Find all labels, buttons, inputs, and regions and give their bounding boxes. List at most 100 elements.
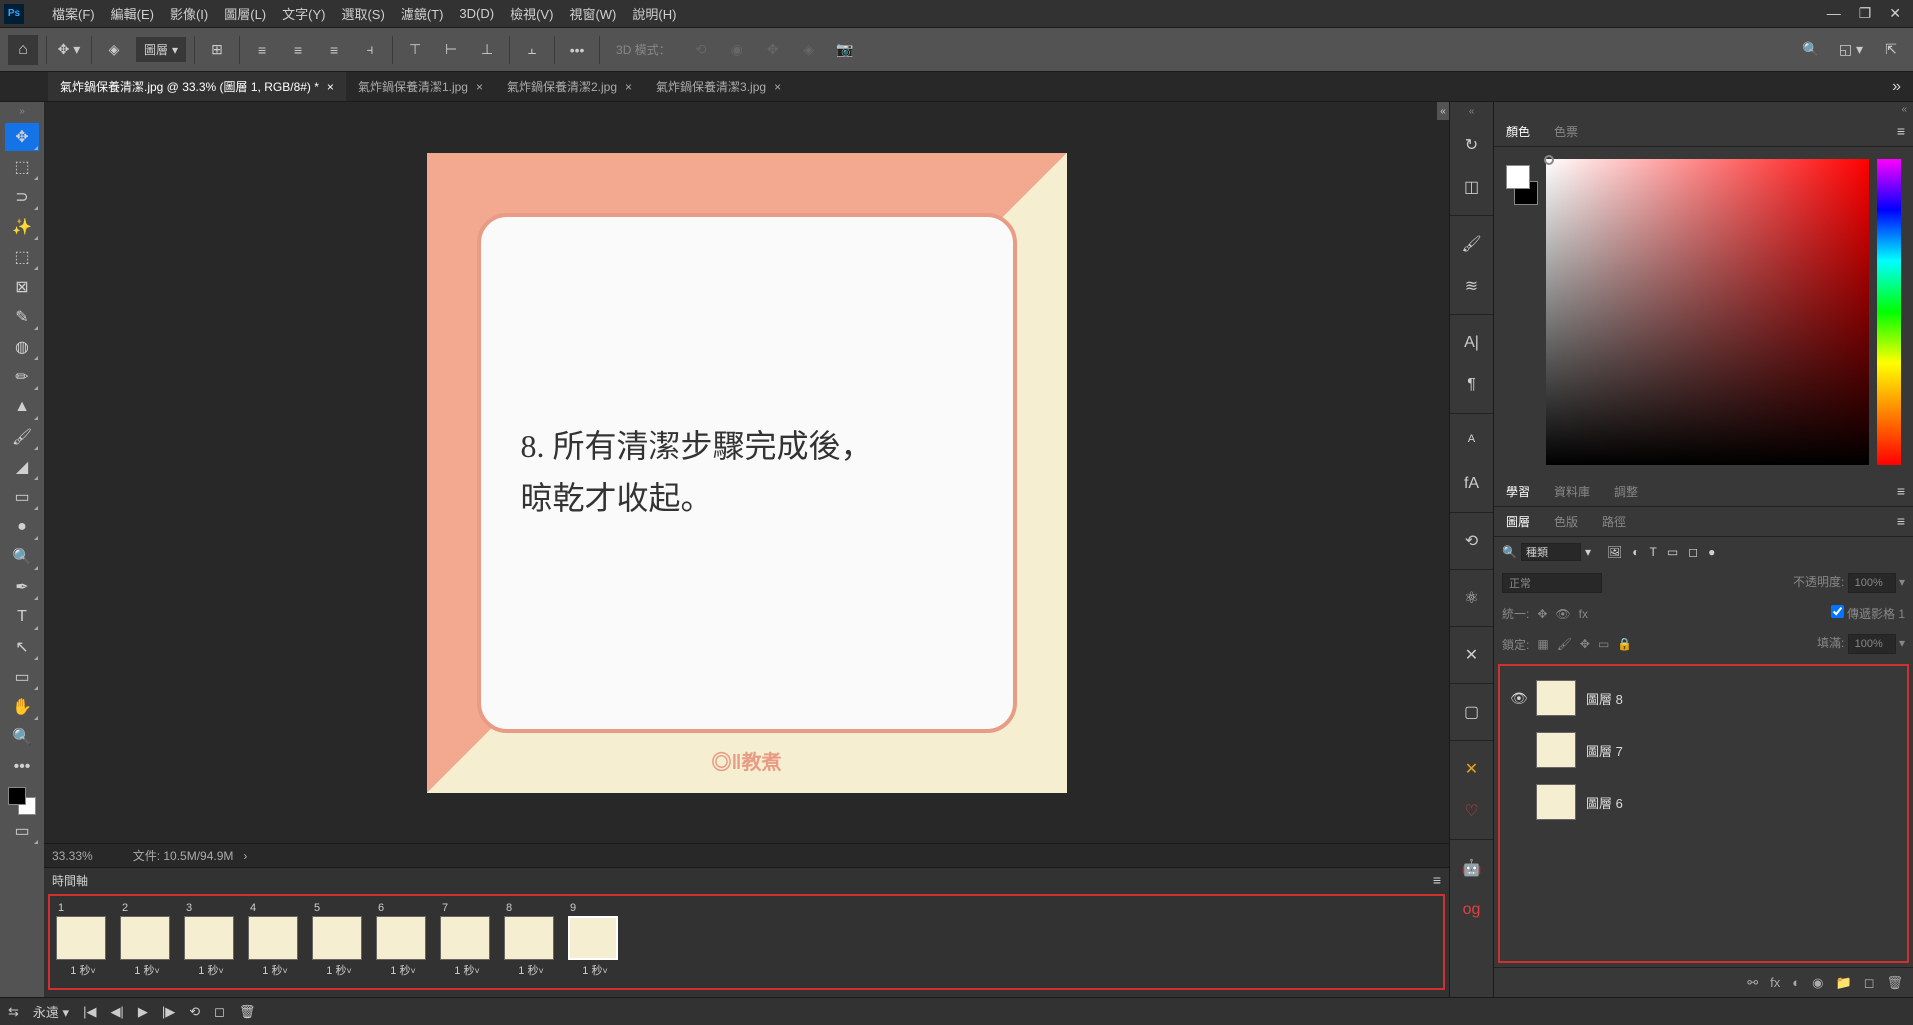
utensils-icon[interactable]: ✕	[1458, 641, 1486, 669]
3d-slide-icon[interactable]: ◈	[795, 36, 823, 64]
menu-help[interactable]: 說明(H)	[624, 4, 684, 23]
close-icon[interactable]: ✕	[1889, 5, 1901, 22]
visibility-icon[interactable]: 👁	[1510, 690, 1526, 707]
foreground-color[interactable]	[1506, 165, 1530, 189]
timeline-frame[interactable]: 81 秒˅	[504, 902, 558, 982]
duplicate-frame-icon[interactable]: ◻	[214, 1004, 225, 1020]
adjustment-icon[interactable]: ◉	[1812, 975, 1823, 991]
timeline-frame[interactable]: 21 秒˅	[120, 902, 174, 982]
filter-smart-icon[interactable]: ◻	[1688, 545, 1698, 559]
next-frame-icon[interactable]: |▶	[162, 1004, 175, 1020]
filter-pixel-icon[interactable]: 🖼	[1607, 545, 1622, 559]
healing-tool[interactable]: ◍	[5, 333, 39, 361]
history-icon[interactable]: ↻	[1458, 131, 1486, 159]
brushes-icon[interactable]: ≋	[1458, 272, 1486, 300]
prev-frame-icon[interactable]: ◀|	[110, 1004, 123, 1020]
blur-tool[interactable]: ●	[5, 513, 39, 541]
marquee-tool[interactable]: ⬚	[5, 153, 39, 181]
glyphs-icon[interactable]: ᴬ	[1458, 428, 1486, 456]
align-center-h-icon[interactable]: ≡	[284, 36, 312, 64]
menu-image[interactable]: 影像(I)	[162, 4, 216, 23]
lasso-tool[interactable]: ⊃	[5, 183, 39, 211]
auto-select-layer[interactable]: 圖層 ▾	[136, 37, 186, 62]
propagate-checkbox[interactable]	[1831, 605, 1844, 618]
learn-tab[interactable]: 學習	[1494, 477, 1542, 506]
hand-tool[interactable]: ✋	[5, 693, 39, 721]
delete-frame-icon[interactable]: 🗑	[239, 1004, 256, 1020]
canvas-viewport[interactable]: 8. 所有清潔步驟完成後， 晾乾才收起。 ◎‖教煮	[44, 102, 1449, 843]
actions-icon[interactable]: ⟲	[1458, 527, 1486, 555]
more-align-icon[interactable]: •••	[563, 36, 591, 64]
timeline-frame[interactable]: 11 秒˅	[56, 902, 110, 982]
first-frame-icon[interactable]: |◀	[83, 1004, 96, 1020]
timeline-frame[interactable]: 51 秒˅	[312, 902, 366, 982]
menu-3d[interactable]: 3D(D)	[451, 6, 502, 21]
align-middle-v-icon[interactable]: ⊢	[437, 36, 465, 64]
learn-panel-menu-icon[interactable]: ≡	[1889, 477, 1913, 506]
unify-position-icon[interactable]: ✥	[1537, 607, 1547, 621]
paths-tab[interactable]: 路徑	[1590, 507, 1638, 536]
distribute-icon[interactable]: ⫠	[518, 36, 546, 64]
gold-utensils-icon[interactable]: ✕	[1458, 755, 1486, 783]
align-justify-icon[interactable]: ⫞	[356, 36, 384, 64]
mask-icon[interactable]: ◐	[1792, 975, 1800, 990]
og-icon[interactable]: og	[1458, 896, 1486, 924]
link-layers-icon[interactable]: ⚯	[1747, 975, 1758, 991]
auto-select-icon[interactable]: ◈	[100, 36, 128, 64]
3d-orbit-icon[interactable]: ⟲	[687, 36, 715, 64]
foreground-background-colors[interactable]	[8, 787, 36, 815]
opacity-input[interactable]	[1848, 573, 1896, 593]
menu-select[interactable]: 選取(S)	[333, 4, 392, 23]
tab-close-icon[interactable]: ×	[476, 80, 483, 94]
menu-file[interactable]: 檔案(F)	[44, 4, 103, 23]
dodge-tool[interactable]: 🔍	[5, 543, 39, 571]
layer-item[interactable]: 👁圖層 8	[1506, 672, 1901, 724]
menu-layer[interactable]: 圖層(L)	[216, 4, 274, 23]
new-layer-icon[interactable]: ◻	[1864, 975, 1875, 991]
frame-tool[interactable]: ⊠	[5, 273, 39, 301]
layers-panel-menu-icon[interactable]: ≡	[1889, 507, 1913, 536]
blend-mode[interactable]	[1502, 573, 1602, 593]
align-left-icon[interactable]: ≡	[248, 36, 276, 64]
group-icon[interactable]: 📁	[1836, 975, 1852, 991]
delete-layer-icon[interactable]: 🗑	[1886, 975, 1903, 991]
magic-wand-tool[interactable]: ✨	[5, 213, 39, 241]
layer-item[interactable]: 圖層 6	[1506, 776, 1901, 828]
lock-position-icon[interactable]: ✥	[1580, 637, 1590, 651]
menu-type[interactable]: 文字(Y)	[274, 4, 333, 23]
timeline-toggle-icon[interactable]: ⇆	[8, 1004, 19, 1020]
frame-icon[interactable]: ▢	[1458, 698, 1486, 726]
align-bottom-icon[interactable]: ⊥	[473, 36, 501, 64]
filter-shape-icon[interactable]: ▭	[1667, 545, 1678, 559]
gradient-tool[interactable]: ▭	[5, 483, 39, 511]
loop-mode[interactable]: 永遠 ▾	[33, 1002, 69, 1021]
hue-slider[interactable]	[1877, 159, 1901, 465]
lock-image-icon[interactable]: 🖌	[1557, 637, 1572, 651]
play-icon[interactable]: ▶	[138, 1004, 148, 1020]
fill-input[interactable]	[1848, 634, 1896, 654]
tab-close-icon[interactable]: ×	[625, 80, 632, 94]
timeline-frame[interactable]: 91 秒˅	[568, 902, 622, 982]
color-field[interactable]	[1546, 159, 1869, 465]
timeline-frame[interactable]: 71 秒˅	[440, 902, 494, 982]
type-tool[interactable]: T	[5, 603, 39, 631]
eyedropper-tool[interactable]: ✎	[5, 303, 39, 331]
filter-switch-icon[interactable]: ●	[1708, 545, 1715, 559]
timeline-menu-icon[interactable]: ≡	[1433, 872, 1441, 888]
3d-pan-icon[interactable]: ✥	[759, 36, 787, 64]
shape-tool[interactable]: ▭	[5, 663, 39, 691]
search-icon[interactable]: 🔍	[1797, 36, 1825, 64]
menu-filter[interactable]: 濾鏡(T)	[393, 4, 452, 23]
3d-icon[interactable]: ◫	[1458, 173, 1486, 201]
workspace-icon[interactable]: ◱ ▾	[1837, 36, 1865, 64]
lock-all-icon[interactable]: 🔒	[1617, 637, 1632, 651]
minimize-icon[interactable]: —	[1827, 5, 1841, 22]
library-tab[interactable]: 資料庫	[1542, 477, 1602, 506]
stamp-tool[interactable]: ▲	[5, 393, 39, 421]
zoom-level[interactable]: 33.33%	[52, 849, 93, 863]
crop-tool[interactable]: ⬚	[5, 243, 39, 271]
menu-edit[interactable]: 編輯(E)	[103, 4, 162, 23]
heart-icon[interactable]: ♡	[1458, 797, 1486, 825]
more-tabs-icon[interactable]: »	[1880, 78, 1913, 96]
robot-icon[interactable]: 🤖	[1458, 854, 1486, 882]
